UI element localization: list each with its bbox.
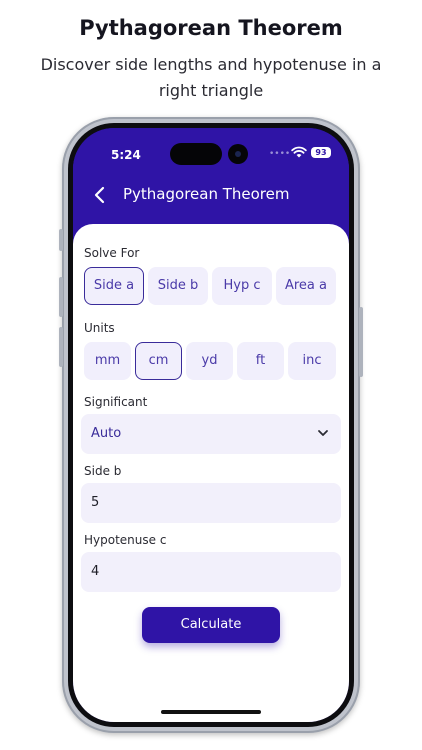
- side-b-field[interactable]: [81, 483, 341, 523]
- significant-select[interactable]: Auto: [81, 414, 341, 454]
- action-button: [59, 229, 63, 251]
- signal-dots-icon: ••••: [269, 149, 291, 159]
- phone-frame: 5:24 •••• 93 Pythagorean Theorem Solve F…: [59, 117, 363, 733]
- battery-indicator: 93: [311, 147, 331, 158]
- unit-option-mm[interactable]: mm: [84, 342, 131, 380]
- home-indicator: [161, 710, 261, 714]
- unit-option-yd[interactable]: yd: [186, 342, 233, 380]
- wifi-icon: [291, 146, 307, 158]
- solve-for-option-side-b[interactable]: Side b: [148, 267, 208, 305]
- promo-title: Pythagorean Theorem: [79, 16, 343, 40]
- units-label: Units: [84, 321, 115, 335]
- calculate-button[interactable]: Calculate: [142, 607, 280, 643]
- page-title: Pythagorean Theorem: [123, 185, 290, 203]
- solve-for-option-side-a[interactable]: Side a: [84, 267, 144, 305]
- solve-for-option-hyp-c[interactable]: Hyp c: [212, 267, 272, 305]
- significant-label: Significant: [84, 395, 148, 409]
- solve-for-option-area-a[interactable]: Area a: [276, 267, 336, 305]
- volume-down-button: [59, 327, 63, 367]
- hypotenuse-c-input[interactable]: [91, 564, 321, 579]
- unit-option-ft[interactable]: ft: [237, 342, 284, 380]
- unit-option-cm[interactable]: cm: [135, 342, 182, 380]
- chevron-left-icon[interactable]: [93, 186, 107, 204]
- phone-bezel: 5:24 •••• 93 Pythagorean Theorem Solve F…: [68, 123, 354, 727]
- chevron-down-icon: [318, 430, 328, 436]
- hypotenuse-c-field[interactable]: [81, 552, 341, 592]
- dynamic-island: [170, 143, 222, 165]
- side-b-input[interactable]: [91, 495, 321, 510]
- side-b-label: Side b: [84, 464, 122, 478]
- power-button: [359, 307, 363, 377]
- unit-option-inc[interactable]: inc: [288, 342, 336, 380]
- calculator-card: Solve For Side a Side b Hyp c Area a Uni…: [73, 224, 349, 722]
- status-time: 5:24: [111, 148, 141, 162]
- volume-up-button: [59, 277, 63, 317]
- promo-subtitle: Discover side lengths and hypotenuse in …: [40, 55, 382, 100]
- hypotenuse-c-label: Hypotenuse c: [84, 533, 167, 547]
- app-screen: 5:24 •••• 93 Pythagorean Theorem Solve F…: [73, 128, 349, 722]
- significant-value: Auto: [91, 426, 122, 441]
- solve-for-label: Solve For: [84, 246, 140, 260]
- camera-icon: [228, 144, 248, 164]
